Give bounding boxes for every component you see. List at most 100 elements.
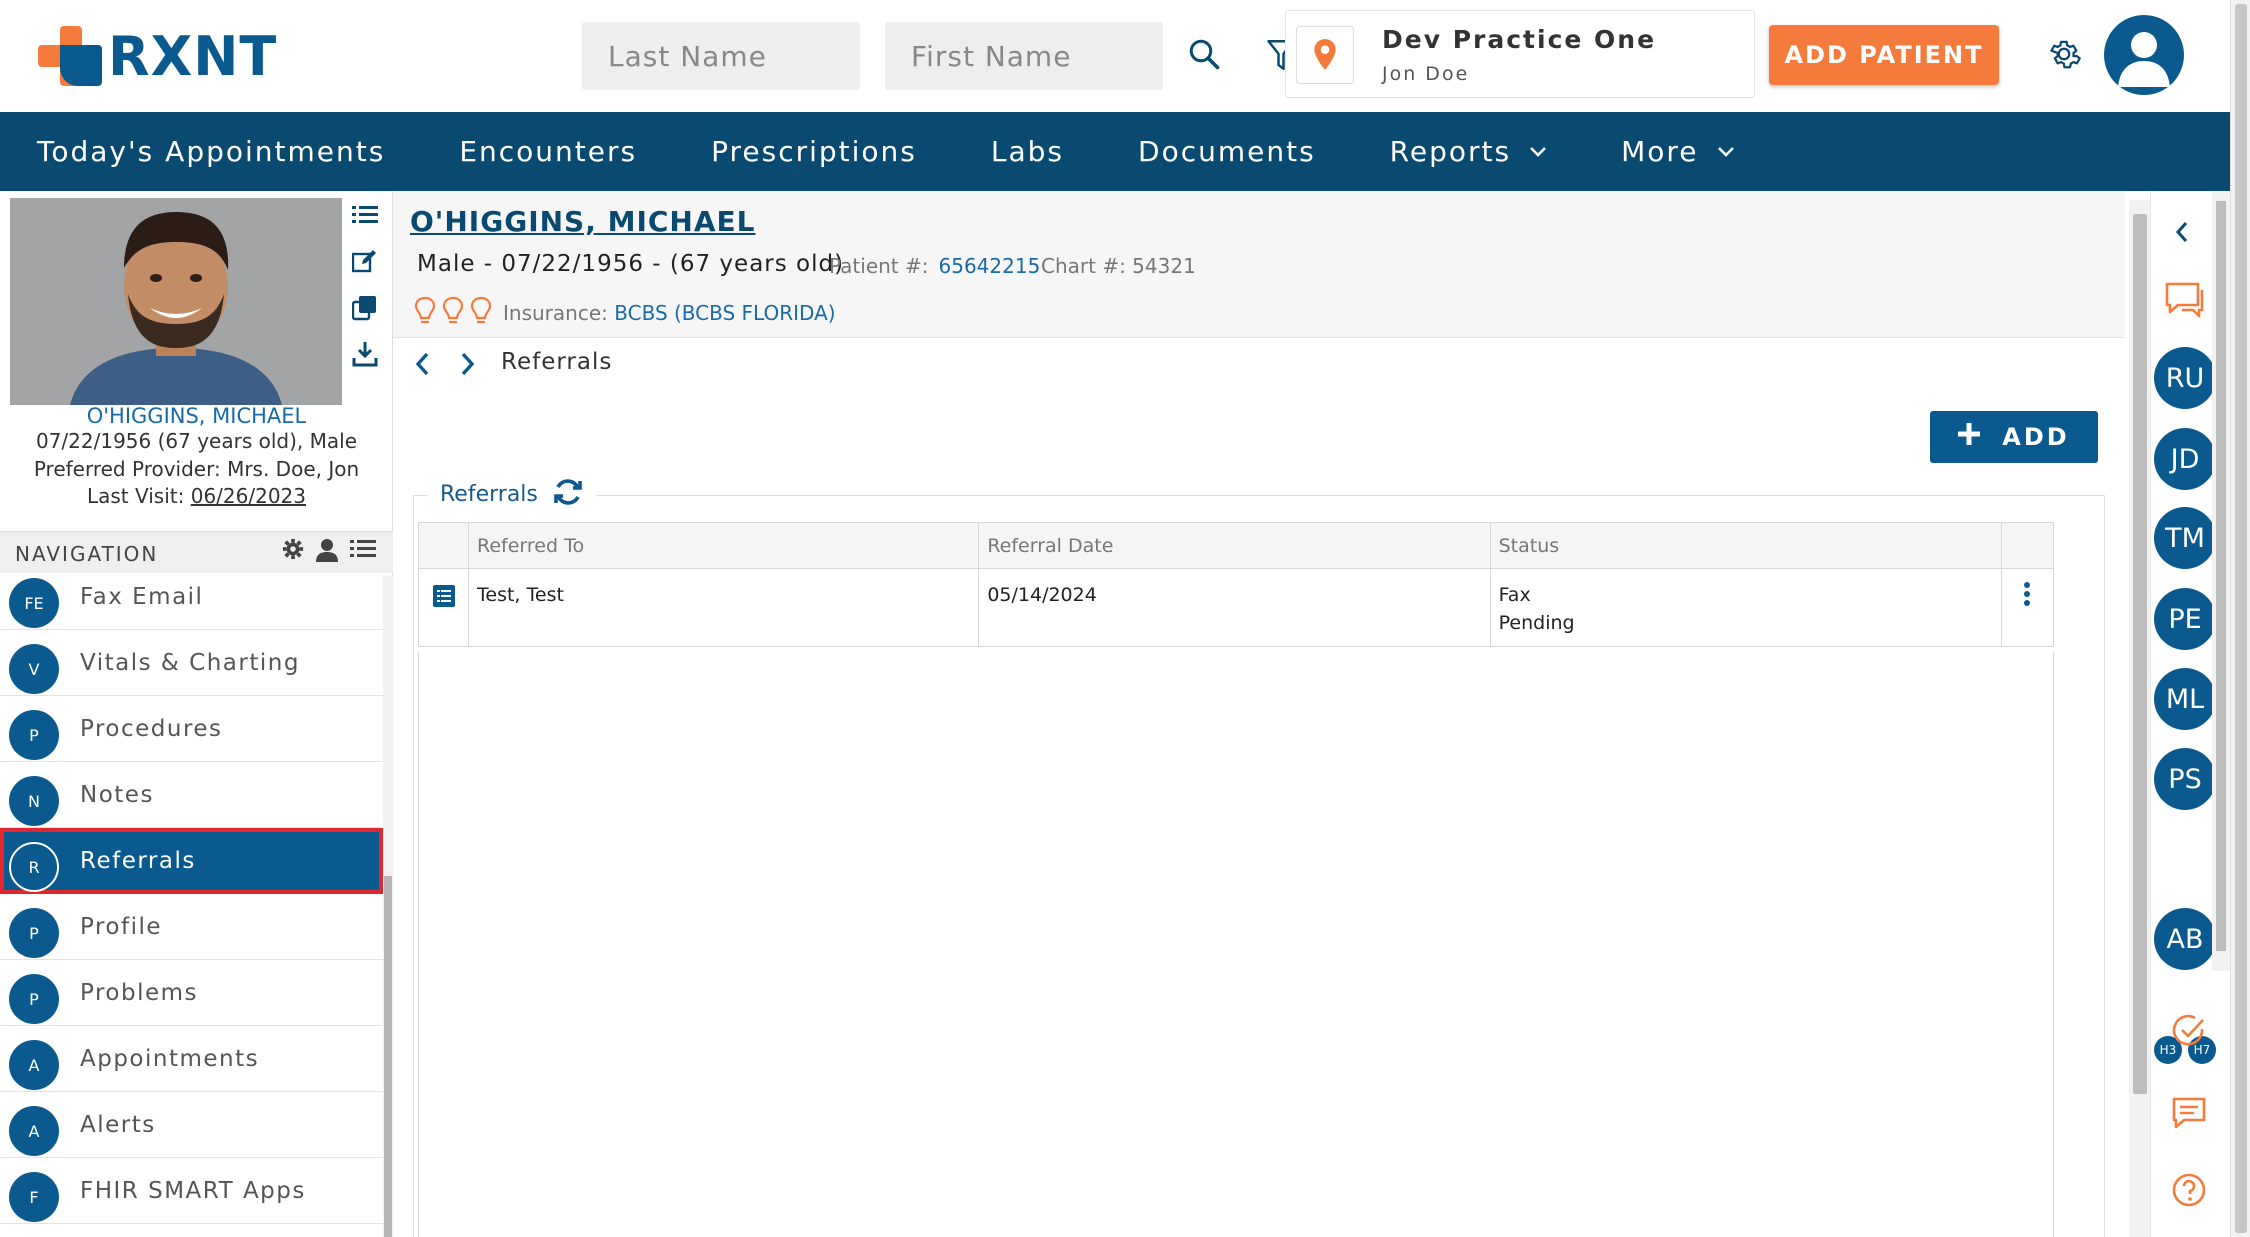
preferred-provider: Preferred Provider: Mrs. Doe, Jon [33,457,360,481]
chat-bubbles-icon[interactable] [2164,281,2206,325]
details-list-icon[interactable] [432,585,455,612]
nav-item-problems[interactable]: P Problems [0,960,383,1026]
user-bubble-pe[interactable]: PE [2154,588,2216,650]
message-icon[interactable] [2171,1096,2207,1134]
app-header: RXNT Dev Practice One Jon Doe ADD PATIEN… [0,0,2230,112]
nav-item-badge: F [9,1172,59,1222]
user-bubble-ps[interactable]: PS [2154,748,2216,810]
chevron-left-icon[interactable] [2174,221,2190,247]
scrollbar-thumb[interactable] [2235,4,2247,1233]
status-method: Fax [1498,584,1531,606]
user-bubble-jd[interactable]: JD [2154,428,2216,490]
nav-prescriptions[interactable]: Prescriptions [674,112,954,191]
navigation-scrollbar[interactable] [383,576,393,1237]
scrollbar-thumb[interactable] [384,876,392,1237]
nav-item-vitals-charting[interactable]: V Vitals & Charting [0,630,383,696]
row-icon-cell [417,568,470,647]
nav-encounters[interactable]: Encounters [422,112,674,191]
list-icon[interactable] [352,203,386,249]
nav-item-procedures[interactable]: P Procedures [0,696,383,762]
last-visit: Last Visit: 06/26/2023 [0,484,393,508]
lightbulb-icon[interactable] [469,296,493,330]
download-icon[interactable] [352,341,386,387]
rxnt-logo[interactable]: RXNT [38,25,277,88]
patient-name[interactable]: O'HIGGINS, MICHAEL [410,205,756,238]
help-icon[interactable] [2171,1172,2207,1212]
search-icon[interactable] [1184,34,1224,74]
content-scrollbar[interactable] [2129,200,2151,1237]
user-avatar[interactable] [2104,15,2184,95]
column-header-select [417,522,470,569]
nav-item-badge: FE [9,578,59,628]
insurance-value[interactable]: BCBS (BCBS FLORIDA) [614,301,835,325]
nav-item-fax-email[interactable]: FE Fax Email [0,576,383,630]
nav-item-notes[interactable]: N Notes [0,762,383,828]
chevron-right-icon[interactable] [457,351,477,381]
nav-label: Encounters [459,135,638,168]
nav-label: Labs [990,135,1065,168]
patient-demographics: Male - 07/22/1956 - (67 years old) [417,251,845,277]
nav-item-badge: P [9,974,59,1024]
navigation-list: FE Fax Email V Vitals & Charting P Procedur… [0,576,383,1237]
lightbulb-icon[interactable] [441,296,465,330]
chevron-down-icon [1529,146,1547,158]
nav-todays-appointments[interactable]: Today's Appointments [0,112,422,191]
add-patient-button[interactable]: ADD PATIENT [1769,25,1999,85]
scrollbar-thumb[interactable] [2216,201,2226,951]
edit-icon[interactable] [351,249,386,295]
practice-user: Jon Doe [1382,63,1470,85]
patient-sidebar: O'HIGGINS, MICHAEL 07/22/1956 (67 years … [0,191,393,1237]
more-vertical-icon[interactable] [2023,582,2031,612]
nav-item-label: Fax Email [80,584,204,610]
user-bubble-ab[interactable]: AB [2154,908,2216,970]
nav-documents[interactable]: Documents [1101,112,1353,191]
chevron-down-icon [1717,146,1735,158]
row-menu-cell [2000,568,2055,647]
page-scrollbar[interactable] [2230,0,2250,1237]
practice-selector[interactable]: Dev Practice One Jon Doe [1285,10,1755,98]
last-name-input[interactable] [582,22,860,90]
user-bubble-ru[interactable]: RU [2154,347,2216,409]
nav-item-profile[interactable]: P Profile [0,894,383,960]
cell-referral-date: 05/14/2024 [978,568,1491,647]
copy-icon[interactable] [351,295,386,341]
breadcrumb-title: Referrals [501,349,613,375]
nav-item-alerts[interactable]: A Alerts [0,1092,383,1158]
main-content: O'HIGGINS, MICHAEL Male - 07/22/1956 - (… [393,191,2125,1237]
chevron-left-icon[interactable] [413,351,433,381]
table-row[interactable]: Test, Test 05/14/2024 Fax Pending [417,568,2055,647]
patient-number-value[interactable]: 65642215 [939,254,1041,278]
nav-item-label: Alerts [80,1112,156,1138]
column-header-status[interactable]: Status [1489,522,2002,569]
last-visit-date[interactable]: 06/26/2023 [191,484,306,508]
nav-more[interactable]: More [1584,112,1771,191]
nav-label: Prescriptions [711,135,917,168]
user-bubble-ml[interactable]: ML [2154,668,2216,730]
patient-name-link[interactable]: O'HIGGINS, MICHAEL [0,404,393,428]
nav-item-referrals[interactable]: R Referrals [0,828,383,894]
gear-icon[interactable] [2044,34,2084,74]
check-circle-icon[interactable] [2171,1013,2207,1053]
user-bubble-tm[interactable]: TM [2154,507,2216,569]
refresh-icon[interactable] [552,476,584,512]
cell-status: Fax Pending [1489,568,2002,647]
first-name-input[interactable] [885,22,1163,90]
gear-icon[interactable] [282,538,304,564]
person-icon[interactable] [316,538,338,566]
nav-item-appointments[interactable]: A Appointments [0,1026,383,1092]
panel-title: Referrals [440,481,538,507]
lightbulb-icon[interactable] [413,296,437,330]
column-header-referred-to[interactable]: Referred To [468,522,980,569]
status-state: Pending [1498,612,1575,634]
column-header-referral-date[interactable]: Referral Date [978,522,1491,569]
add-referral-button[interactable]: ADD [1930,411,2098,463]
nav-labs[interactable]: Labs [954,112,1101,191]
nav-item-label: Problems [80,980,199,1006]
nav-reports[interactable]: Reports [1353,112,1584,191]
scrollbar-thumb[interactable] [2133,214,2147,1094]
table-empty-area [418,652,2054,1237]
list-icon[interactable] [350,538,376,564]
nav-item-badge: P [9,908,59,958]
rail-scrollbar[interactable] [2212,191,2230,971]
nav-item-fhir-smart-apps[interactable]: F FHIR SMART Apps [0,1158,383,1224]
